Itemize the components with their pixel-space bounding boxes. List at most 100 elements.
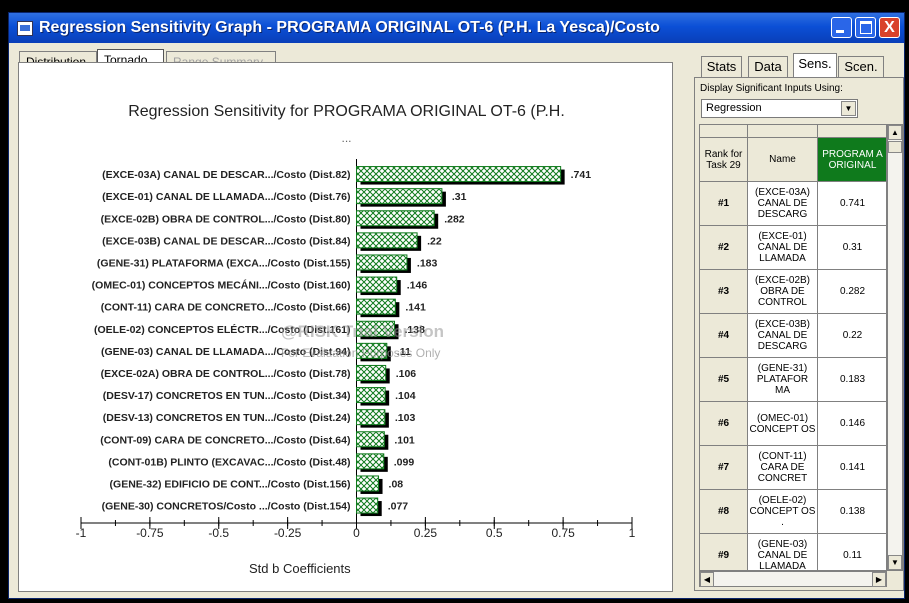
chevron-down-icon[interactable]: ▼: [841, 101, 856, 116]
vertical-scrollbar[interactable]: ▲ ▼: [887, 124, 903, 571]
x-tick-label: 0.75: [551, 526, 575, 540]
bar[interactable]: [356, 497, 379, 514]
table-row[interactable]: #6 (OMEC-01) CONCEPT OS 0.146: [700, 402, 886, 446]
app-icon[interactable]: [17, 21, 33, 36]
application-window: Regression Sensitivity Graph - PROGRAMA …: [0, 0, 909, 603]
value-label: .282: [444, 213, 465, 225]
bar[interactable]: [356, 475, 380, 492]
watermark-subtitle: For Evaluation Purposes Only: [281, 346, 441, 360]
value-label: .146: [407, 280, 428, 292]
category-label: (DESV-13) CONCRETOS EN TUN.../Costo (Dis…: [103, 412, 351, 424]
bar[interactable]: [356, 254, 408, 271]
window-title: Regression Sensitivity Graph - PROGRAMA …: [39, 19, 660, 36]
category-label: (EXCE-02A) OBRA DE CONTROL.../Costo (Dis…: [101, 368, 351, 380]
sensitivity-grid: Rank for Task 29 Name PROGRAM A ORIGINAL…: [699, 124, 887, 571]
value-label: .077: [388, 501, 409, 513]
category-label: (CONT-01B) PLINTO (EXCAVAC.../Costo (Dis…: [108, 456, 350, 468]
grid-top-spacer: [748, 125, 818, 138]
display-method-select[interactable]: Regression ▼: [701, 99, 858, 118]
category-label: (EXCE-03A) CANAL DE DESCAR.../Costo (Dis…: [102, 169, 350, 181]
horizontal-scrollbar[interactable]: ◀ ▶: [699, 571, 887, 587]
scroll-right-icon[interactable]: ▶: [872, 572, 886, 587]
scroll-down-icon[interactable]: ▼: [888, 555, 902, 570]
chart-pane: Regression Sensitivity for PROGRAMA ORIG…: [18, 62, 673, 592]
category-label: (OMEC-01) CONCEPTOS MECÁNI.../Costo (Dis…: [92, 279, 351, 292]
category-label: (GENE-32) EDIFICIO DE CONT.../Costo (Dis…: [110, 478, 351, 490]
scroll-left-icon[interactable]: ◀: [700, 572, 714, 587]
display-method-value: Regression: [706, 102, 762, 114]
value-label: .141: [405, 302, 426, 314]
grid-top-spacer: [818, 125, 886, 138]
bar[interactable]: [356, 364, 387, 381]
x-tick-label: -0.75: [136, 526, 164, 540]
rank-cell: #3: [700, 270, 748, 314]
name-cell: (OELE-02) CONCEPT OS .: [748, 490, 818, 534]
title-bar[interactable]: Regression Sensitivity Graph - PROGRAMA …: [9, 13, 904, 43]
value-label: .741: [571, 169, 592, 181]
rank-cell: #1: [700, 182, 748, 226]
bar[interactable]: [356, 210, 435, 227]
name-cell: (EXCE-02B) OBRA DE CONTROL: [748, 270, 818, 314]
table-row[interactable]: #4 (EXCE-03B) CANAL DE DESCARG 0.22: [700, 314, 886, 358]
tab-sens[interactable]: Sens.: [793, 53, 837, 78]
category-label: (CONT-11) CARA DE CONCRETO.../Costo (Dis…: [101, 302, 351, 314]
scroll-up-icon[interactable]: ▲: [888, 125, 902, 140]
name-cell: (EXCE-03A) CANAL DE DESCARG: [748, 182, 818, 226]
x-tick-label: -0.5: [208, 526, 229, 540]
watermark-title: @RISK Trial Version: [281, 322, 445, 341]
table-row[interactable]: #7 (CONT-11) CARA DE CONCRET 0.141: [700, 446, 886, 490]
name-cell: (OMEC-01) CONCEPT OS: [748, 402, 818, 446]
bar[interactable]: [356, 409, 386, 426]
value-cell: 0.138: [818, 490, 886, 534]
table-row[interactable]: #2 (EXCE-01) CANAL DE LLAMADA 0.31: [700, 226, 886, 270]
tab-data[interactable]: Data: [748, 56, 788, 78]
scroll-thumb[interactable]: [888, 141, 902, 153]
maximize-button[interactable]: [855, 17, 876, 38]
x-axis-label: Std b Coefficients: [249, 561, 351, 576]
minimize-button[interactable]: [831, 17, 852, 38]
table-row[interactable]: #3 (EXCE-02B) OBRA DE CONTROL 0.282: [700, 270, 886, 314]
value-label: .099: [394, 456, 415, 468]
value-cell: 0.141: [818, 446, 886, 490]
table-row[interactable]: #8 (OELE-02) CONCEPT OS . 0.138: [700, 490, 886, 534]
value-cell: 0.282: [818, 270, 886, 314]
tab-stats[interactable]: Stats: [701, 56, 742, 78]
value-label: .103: [395, 412, 416, 424]
x-tick-label: 0: [353, 526, 360, 540]
x-tick-label: -1: [76, 526, 87, 540]
bar[interactable]: [356, 387, 386, 404]
tab-scen[interactable]: Scen.: [838, 56, 884, 78]
value-cell: 0.741: [818, 182, 886, 226]
x-tick-label: 0.5: [486, 526, 503, 540]
bar[interactable]: [356, 276, 398, 293]
bar[interactable]: [356, 431, 385, 448]
display-label: Display Significant Inputs Using:: [700, 83, 843, 94]
x-tick-label: -0.25: [274, 526, 302, 540]
table-row[interactable]: #9 (GENE-03) CANAL DE LLAMADA 0.11: [700, 534, 886, 570]
column-header-name[interactable]: Name: [748, 138, 818, 182]
bar[interactable]: [356, 188, 443, 205]
table-row[interactable]: #5 (GENE-31) PLATAFOR MA 0.183: [700, 358, 886, 402]
close-button[interactable]: X: [879, 17, 900, 38]
name-cell: (CONT-11) CARA DE CONCRET: [748, 446, 818, 490]
bar[interactable]: [356, 453, 385, 470]
x-tick-label: 0.25: [414, 526, 438, 540]
bar[interactable]: [356, 166, 562, 183]
category-label: (GENE-31) PLATAFORMA (EXCA.../Costo (Dis…: [97, 257, 351, 269]
value-cell: 0.183: [818, 358, 886, 402]
bar[interactable]: [356, 298, 396, 315]
bar[interactable]: [356, 232, 418, 249]
category-label: (DESV-17) CONCRETOS EN TUN.../Costo (Dis…: [103, 390, 351, 402]
rank-cell: #5: [700, 358, 748, 402]
column-header-rank[interactable]: Rank for Task 29: [700, 138, 748, 182]
value-label: .31: [452, 191, 467, 203]
value-cell: 0.146: [818, 402, 886, 446]
name-cell: (EXCE-03B) CANAL DE DESCARG: [748, 314, 818, 358]
category-label: (EXCE-01) CANAL DE LLAMADA.../Costo (Dis…: [102, 191, 350, 203]
value-label: .183: [417, 257, 438, 269]
table-row[interactable]: #1 (EXCE-03A) CANAL DE DESCARG 0.741: [700, 182, 886, 226]
column-header-output[interactable]: PROGRAM A ORIGINAL: [818, 138, 886, 182]
name-cell: (GENE-03) CANAL DE LLAMADA: [748, 534, 818, 570]
value-label: .101: [394, 434, 415, 446]
category-label: (EXCE-02B) OBRA DE CONTROL.../Costo (Dis…: [101, 213, 351, 225]
